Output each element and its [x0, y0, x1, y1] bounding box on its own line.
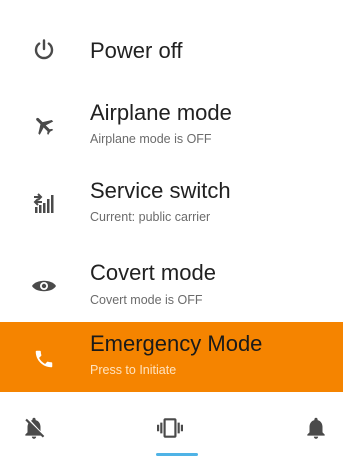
menu-item-covert-mode[interactable]: Covert mode Covert mode is OFF: [0, 238, 343, 322]
vibrate-mode-button[interactable]: [150, 410, 190, 450]
menu-item-emergency-mode[interactable]: Emergency Mode Press to Initiate: [0, 322, 343, 392]
power-menu: Power off Airplane mode Airplane mode is…: [0, 0, 343, 392]
airplane-icon: [30, 111, 58, 139]
power-menu-screen: Power off Airplane mode Airplane mode is…: [0, 0, 343, 470]
menu-item-title: Airplane mode: [90, 100, 232, 125]
bell-icon: [303, 415, 329, 446]
menu-item-title: Covert mode: [90, 260, 216, 285]
menu-item-power-off[interactable]: Power off: [0, 0, 343, 80]
phone-icon: [30, 345, 58, 373]
menu-item-service-switch[interactable]: Service switch Current: public carrier: [0, 158, 343, 238]
menu-item-subtitle: Press to Initiate: [90, 363, 177, 377]
service-switch-icon: [30, 190, 58, 218]
sound-mode-bar: [0, 392, 343, 470]
sound-mode-button[interactable]: [296, 410, 336, 450]
selected-mode-indicator: [156, 453, 198, 456]
menu-item-subtitle: Current: public carrier: [90, 210, 211, 224]
menu-item-subtitle: Covert mode is OFF: [90, 293, 203, 307]
bell-off-icon: [21, 415, 47, 446]
eye-icon: [30, 272, 58, 300]
vibrate-icon: [157, 415, 183, 446]
menu-item-title: Emergency Mode: [90, 331, 263, 356]
menu-item-subtitle: Airplane mode is OFF: [90, 132, 212, 146]
silent-mode-button[interactable]: [14, 410, 54, 450]
menu-item-title: Service switch: [90, 178, 231, 203]
menu-item-airplane-mode[interactable]: Airplane mode Airplane mode is OFF: [0, 80, 343, 158]
power-icon: [30, 36, 58, 64]
menu-item-title: Power off: [90, 38, 183, 63]
